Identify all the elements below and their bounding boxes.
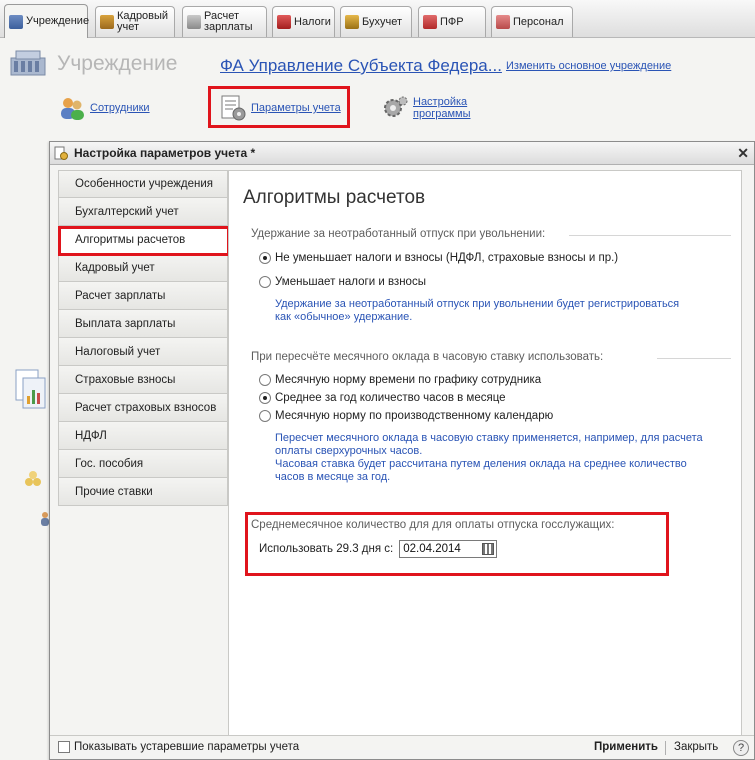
nav-item-state-benefits[interactable]: Гос. пособия: [58, 450, 228, 478]
organization-link[interactable]: ФА Управление Субъекта Федера...: [220, 56, 502, 76]
close-icon[interactable]: ✕: [737, 145, 749, 162]
tab-label: Учреждение: [26, 15, 90, 27]
radio-production-calendar[interactable]: Месячную норму по производственному кале…: [259, 410, 553, 422]
hr-icon: [100, 15, 114, 29]
highlight-nav-frame: [58, 226, 230, 256]
accounting-icon: [345, 15, 359, 29]
group-divider: [569, 235, 731, 236]
radio-indicator: [259, 252, 271, 264]
nav-item-accounting[interactable]: Бухгалтерский учет: [58, 198, 228, 226]
personnel-icon: [496, 15, 510, 29]
settings-label: Настройка программы: [413, 96, 471, 120]
nav-item-payroll[interactable]: Расчет зарплаты: [58, 282, 228, 310]
radio-not-reduces-taxes[interactable]: Не уменьшает налоги и взносы (НДФЛ, стра…: [259, 252, 618, 264]
building-large-icon: [10, 50, 46, 76]
radio-indicator: [259, 276, 271, 288]
nav-item-institution-features[interactable]: Особенности учреждения: [58, 170, 228, 198]
hint-vacation-deduction: Удержание за неотработанный отпуск при у…: [275, 298, 680, 323]
settings-nav: Особенности учреждения Бухгалтерский уче…: [58, 170, 228, 510]
close-button[interactable]: Закрыть: [674, 741, 718, 753]
apply-button[interactable]: Применить: [594, 741, 658, 753]
footer-separator: [665, 741, 666, 755]
tab-label: Кадровый учет: [117, 10, 169, 33]
tab-taxes[interactable]: Налоги: [272, 6, 335, 37]
tax-icon: [277, 15, 291, 29]
program-settings-link[interactable]: Настройка программы: [381, 94, 470, 122]
tab-personnel[interactable]: Персонал: [491, 6, 573, 37]
radio-indicator: [259, 410, 271, 422]
report-icon: [15, 369, 46, 409]
checkbox-box: [58, 741, 70, 753]
tab-hr[interactable]: Кадровый учет: [95, 6, 175, 37]
tab-label: Бухучет: [362, 15, 402, 28]
help-icon[interactable]: ?: [733, 740, 749, 756]
payroll-icon: [187, 15, 201, 29]
show-obsolete-checkbox[interactable]: Показывать устаревшие параметры учета: [58, 741, 299, 753]
radio-label: Месячную норму по производственному кале…: [275, 410, 554, 422]
checkbox-label: Показывать устаревшие параметры учета: [74, 741, 300, 753]
radio-indicator: [259, 374, 271, 386]
radio-label: Среднее за год количество часов в месяце: [275, 392, 506, 404]
tab-label: Налоги: [294, 15, 331, 28]
group-label-vacation-deduction: Удержание за неотработанный отпуск при у…: [251, 228, 546, 240]
radio-indicator: [259, 392, 271, 404]
radio-label: Месячную норму времени по графику сотруд…: [275, 374, 542, 386]
coins-icon: [25, 471, 41, 486]
tab-label: Расчет зарплаты: [204, 10, 253, 33]
dialog-settings-icon: [54, 146, 68, 160]
nav-item-hr[interactable]: Кадровый учет: [58, 254, 228, 282]
nav-item-insurance-calc[interactable]: Расчет страховых взносов: [58, 394, 228, 422]
change-organization-link[interactable]: Изменить основное учреждение: [506, 60, 671, 72]
pfr-icon: [423, 15, 437, 29]
nav-item-ndfl[interactable]: НДФЛ: [58, 422, 228, 450]
page-title: Учреждение: [57, 52, 178, 75]
dialog-title: Настройка параметров учета *: [74, 146, 256, 160]
settings-dialog: Настройка параметров учета * ✕ Особеннос…: [49, 141, 755, 760]
group-divider: [657, 358, 731, 359]
tab-pfr[interactable]: ПФР: [418, 6, 486, 37]
employees-link[interactable]: Сотрудники: [58, 94, 150, 122]
tab-payroll[interactable]: Расчет зарплаты: [182, 6, 267, 37]
tab-label: Персонал: [513, 15, 564, 28]
tab-institution[interactable]: Учреждение: [4, 4, 90, 38]
radio-reduces-taxes[interactable]: Уменьшает налоги и взносы: [259, 276, 426, 288]
nav-item-insurance[interactable]: Страховые взносы: [58, 366, 228, 394]
employees-label: Сотрудники: [90, 102, 150, 114]
radio-average-hours[interactable]: Среднее за год количество часов в месяце: [259, 392, 506, 404]
radio-label: Не уменьшает налоги и взносы (НДФЛ, стра…: [275, 252, 619, 264]
nav-item-other-rates[interactable]: Прочие ставки: [58, 478, 228, 506]
employees-icon: [61, 98, 84, 120]
tab-accounting[interactable]: Бухучет: [340, 6, 412, 37]
nav-item-tax-accounting[interactable]: Налоговый учет: [58, 338, 228, 366]
building-icon: [9, 14, 23, 29]
section-tab-bar: Учреждение Кадровый учет Расчет зарплаты…: [0, 0, 755, 38]
nav-item-salary-payment[interactable]: Выплата зарплаты: [58, 310, 228, 338]
highlight-params-frame: [208, 86, 350, 128]
dialog-header: Настройка параметров учета *: [50, 142, 754, 165]
highlight-date-frame: [245, 512, 669, 576]
radio-employee-schedule[interactable]: Месячную норму времени по графику сотруд…: [259, 374, 541, 386]
settings-content: Алгоритмы расчетов Удержание за неотрабо…: [228, 170, 742, 740]
group-label-hourly-rate: При пересчёте месячного оклада в часовую…: [251, 351, 604, 363]
settings-gear-icon: [384, 96, 408, 117]
tab-label: ПФР: [440, 15, 464, 28]
dialog-footer: Показывать устаревшие параметры учета Пр…: [50, 735, 754, 759]
section-title: Алгоритмы расчетов: [243, 187, 426, 208]
hint-hourly-rate: Пересчет месячного оклада в часовую став…: [275, 432, 703, 483]
radio-label: Уменьшает налоги и взносы: [275, 276, 426, 288]
